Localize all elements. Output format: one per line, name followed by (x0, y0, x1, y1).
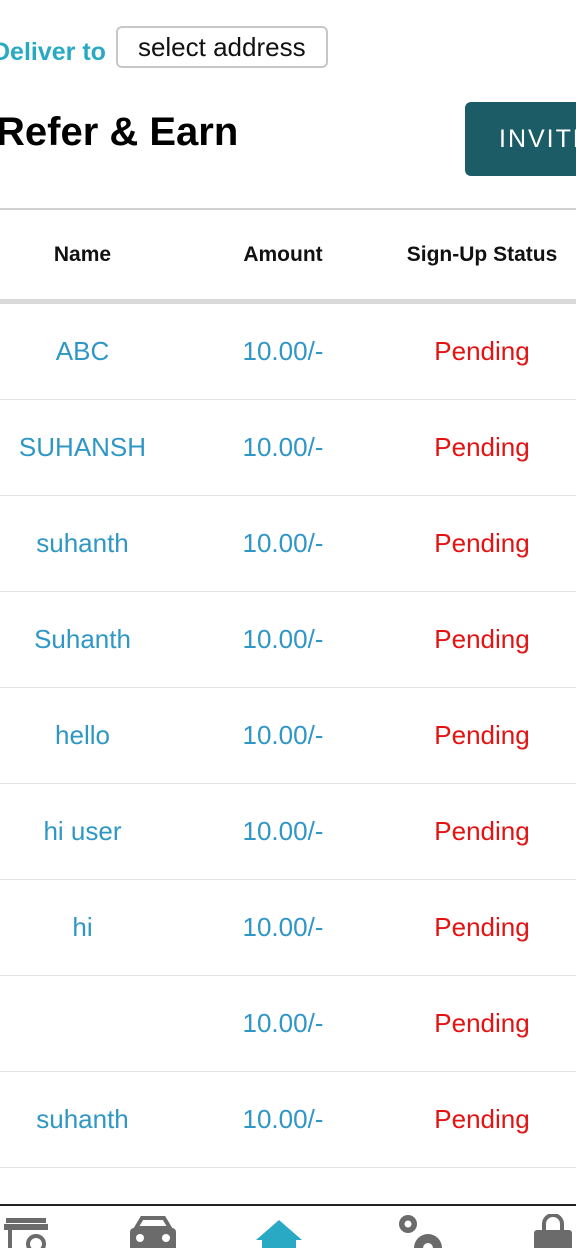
row-status: Pending (434, 720, 530, 750)
row-name: SUHANSH (18, 432, 147, 462)
table-header: Name Amount Sign-Up Status (0, 208, 576, 304)
row-amount: 10.00/- (242, 912, 324, 942)
settings-icon[interactable] (394, 1214, 444, 1248)
row-status: Pending (434, 336, 530, 366)
row-name: hello (55, 720, 110, 750)
table-row: suhanth 10.00/- Pending (0, 1072, 576, 1168)
row-name: Suhanth (34, 624, 131, 654)
page-title: Refer & Earn (0, 110, 239, 154)
table-row: 10.00/- Pending (0, 976, 576, 1072)
store-icon[interactable] (2, 1214, 52, 1248)
column-header-amount: Amount (243, 242, 323, 266)
invite-button[interactable]: INVITE (465, 102, 576, 176)
row-amount: 10.00/- (242, 720, 324, 750)
row-name: hi user (43, 816, 122, 846)
row-amount: 10.00/- (242, 528, 324, 558)
table-row: Suhanth 10.00/- Pending (0, 592, 576, 688)
row-amount: 10.00/- (242, 1008, 324, 1038)
row-status: Pending (434, 912, 530, 942)
column-header-name: Name (53, 242, 112, 266)
column-header-status: Sign-Up Status (406, 242, 558, 266)
row-name: suhanth (36, 528, 129, 558)
shopping-bag-icon[interactable] (530, 1213, 576, 1248)
row-status: Pending (434, 1008, 530, 1038)
car-icon[interactable] (126, 1214, 176, 1248)
table-row: SUHANSH 10.00/- Pending (0, 400, 576, 496)
deliver-to-label: Deliver to (0, 37, 106, 66)
row-status: Pending (434, 1104, 530, 1134)
home-icon[interactable] (254, 1214, 304, 1248)
row-amount: 10.00/- (242, 432, 324, 462)
table-row: hi 10.00/- Pending (0, 880, 576, 976)
table-row: hello 10.00/- Pending (0, 688, 576, 784)
table-row: ABC 10.00/- Pending (0, 304, 576, 400)
row-name: ABC (55, 336, 110, 366)
row-status: Pending (434, 528, 530, 558)
deliver-row: Deliver to select address (0, 24, 328, 70)
table-row: suhanth 10.00/- Pending (0, 496, 576, 592)
row-status: Pending (434, 432, 530, 462)
row-amount: 10.00/- (242, 1104, 324, 1134)
row-status: Pending (434, 816, 530, 846)
select-address-button[interactable]: select address (115, 26, 328, 68)
row-amount: 10.00/- (242, 624, 324, 654)
row-status: Pending (434, 624, 530, 654)
row-name: hi (72, 912, 93, 942)
table-row: hi user 10.00/- Pending (0, 784, 576, 880)
refer-earn-screen: Deliver to select address Refer & Earn I… (0, 0, 576, 1248)
row-amount: 10.00/- (242, 336, 324, 366)
row-amount: 10.00/- (242, 816, 324, 846)
bottom-navigation (0, 1204, 576, 1248)
row-name: suhanth (36, 1104, 129, 1134)
referral-table: Name Amount Sign-Up Status ABC 10.00/- P… (0, 208, 576, 1168)
